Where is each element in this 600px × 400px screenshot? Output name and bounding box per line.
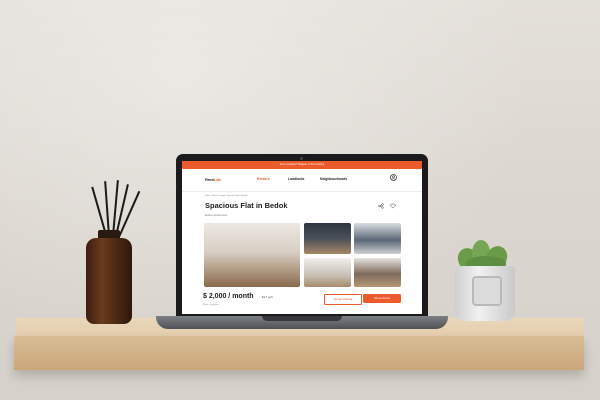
share-icon[interactable] [378,203,384,209]
user-circle-icon[interactable] [390,174,397,181]
laptop-screen: Rent a property? Register or Post a list… [182,161,422,314]
site-logo[interactable]: RentLah [205,177,221,182]
listing-subtitle: Entire apartment [205,213,228,217]
virtual-viewing-button[interactable]: Virtual Viewing [324,294,362,305]
nav-link-neighbourhoods[interactable]: Neighbourhoods [320,177,347,181]
listing-price: $ 2,000 / month [203,293,254,300]
listing-price-psf: $17 psft [262,295,273,299]
listing-photo-main[interactable] [204,223,300,287]
nav-link-renters[interactable]: Renters [257,177,270,181]
reed-diffuser-bottle [86,238,132,324]
breadcrumb[interactable]: Home › Rental Listings › Spacious Flat i… [205,195,247,197]
show-photos-button[interactable]: Show photos [363,294,401,303]
heart-icon[interactable] [390,203,396,209]
logo-accent: Lah [213,177,222,182]
listing-photo[interactable] [304,223,351,254]
pot-emblem [472,276,502,306]
promo-bar[interactable]: Rent a property? Register or Post a list… [182,161,422,169]
nav-link-landlords[interactable]: Landlords [288,177,304,181]
listing-photo[interactable] [304,258,351,287]
listing-photo[interactable] [354,258,401,287]
logo-main: Rent [205,177,214,182]
listing-title: Spacious Flat in Bedok [205,201,288,210]
listing-address: Bedok, Singapore [203,304,219,306]
shelf-front [14,336,584,370]
laptop-hinge-notch [262,316,342,321]
listing-photo[interactable] [354,223,401,254]
webcam [300,157,303,160]
